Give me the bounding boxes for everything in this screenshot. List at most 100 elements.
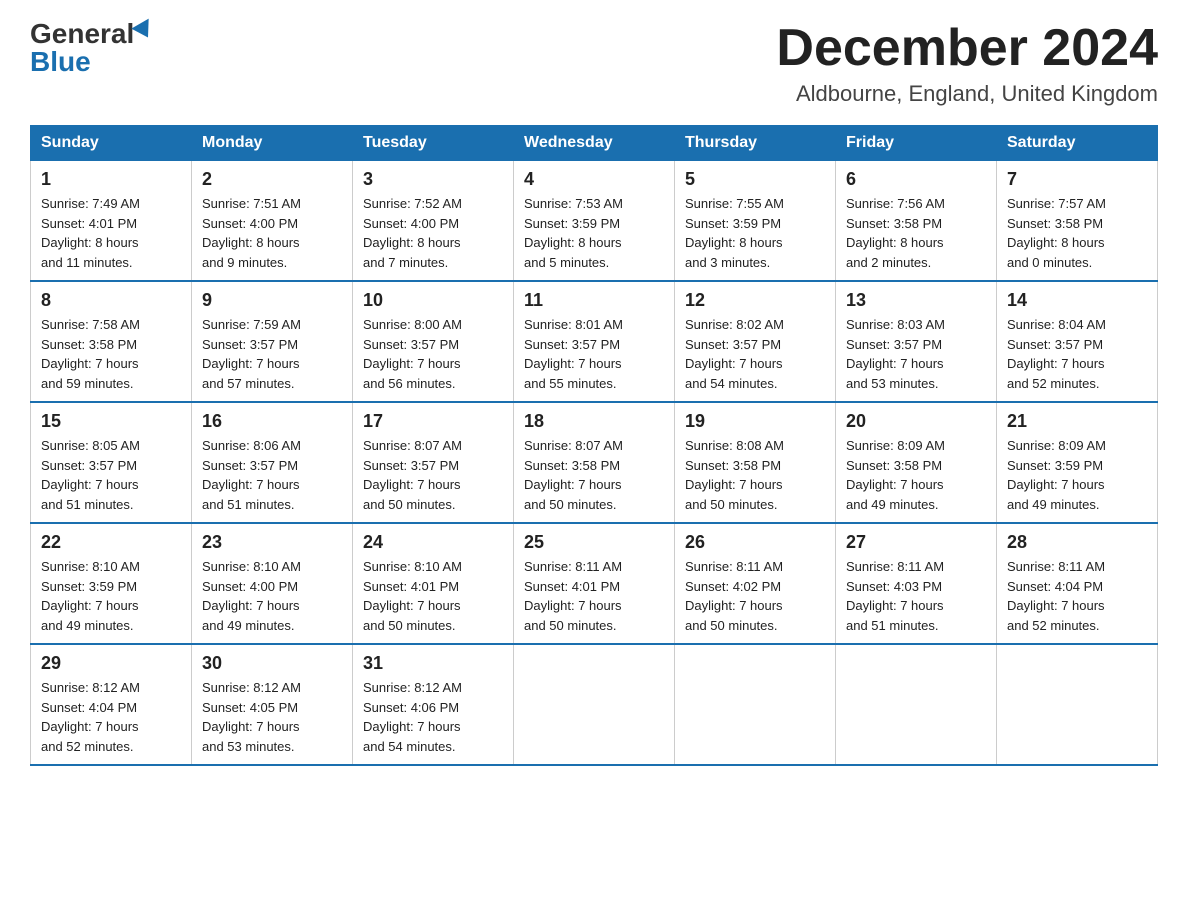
day-cell: 23 Sunrise: 8:10 AM Sunset: 4:00 PM Dayli… <box>192 523 353 644</box>
day-info: Sunrise: 7:55 AM Sunset: 3:59 PM Dayligh… <box>685 194 825 272</box>
day-info: Sunrise: 7:52 AM Sunset: 4:00 PM Dayligh… <box>363 194 503 272</box>
day-cell: 26 Sunrise: 8:11 AM Sunset: 4:02 PM Dayli… <box>675 523 836 644</box>
day-cell: 28Sunrise: 8:11 AM Sunset: 4:04 PM Dayli… <box>997 523 1158 644</box>
day-info: Sunrise: 8:02 AM Sunset: 3:57 PM Dayligh… <box>685 315 825 393</box>
day-number: 3 <box>363 169 503 190</box>
day-cell: 17 Sunrise: 8:07 AM Sunset: 3:57 PM Dayli… <box>353 402 514 523</box>
day-number: 17 <box>363 411 503 432</box>
day-number: 11 <box>524 290 664 311</box>
header-tuesday: Tuesday <box>353 126 514 161</box>
day-info: Sunrise: 7:59 AM Sunset: 3:57 PM Dayligh… <box>202 315 342 393</box>
month-title: December 2024 <box>776 20 1158 77</box>
day-info: Sunrise: 8:10 AM Sunset: 4:00 PM Dayligh… <box>202 557 342 635</box>
day-info: Sunrise: 8:06 AM Sunset: 3:57 PM Dayligh… <box>202 436 342 514</box>
day-info: Sunrise: 8:01 AM Sunset: 3:57 PM Dayligh… <box>524 315 664 393</box>
logo-arrow-icon <box>132 19 157 43</box>
day-cell: 16 Sunrise: 8:06 AM Sunset: 3:57 PM Dayli… <box>192 402 353 523</box>
header-row: SundayMondayTuesdayWednesdayThursdayFrid… <box>31 126 1158 161</box>
week-row-5: 29 Sunrise: 8:12 AM Sunset: 4:04 PM Dayli… <box>31 644 1158 765</box>
week-row-1: 1Sunrise: 7:49 AM Sunset: 4:01 PM Daylig… <box>31 161 1158 282</box>
day-info: Sunrise: 7:51 AM Sunset: 4:00 PM Dayligh… <box>202 194 342 272</box>
day-info: Sunrise: 7:57 AM Sunset: 3:58 PM Dayligh… <box>1007 194 1147 272</box>
day-cell: 2 Sunrise: 7:51 AM Sunset: 4:00 PM Daylig… <box>192 161 353 282</box>
day-number: 20 <box>846 411 986 432</box>
day-cell: 13Sunrise: 8:03 AM Sunset: 3:57 PM Dayli… <box>836 281 997 402</box>
header-friday: Friday <box>836 126 997 161</box>
day-cell: 20 Sunrise: 8:09 AM Sunset: 3:58 PM Dayli… <box>836 402 997 523</box>
day-cell: 24 Sunrise: 8:10 AM Sunset: 4:01 PM Dayli… <box>353 523 514 644</box>
day-info: Sunrise: 8:12 AM Sunset: 4:05 PM Dayligh… <box>202 678 342 756</box>
day-cell: 19Sunrise: 8:08 AM Sunset: 3:58 PM Dayli… <box>675 402 836 523</box>
header-wednesday: Wednesday <box>514 126 675 161</box>
day-cell <box>836 644 997 765</box>
day-number: 28 <box>1007 532 1147 553</box>
day-cell: 22Sunrise: 8:10 AM Sunset: 3:59 PM Dayli… <box>31 523 192 644</box>
logo-general: General <box>30 20 134 48</box>
day-number: 14 <box>1007 290 1147 311</box>
day-number: 30 <box>202 653 342 674</box>
calendar-header: SundayMondayTuesdayWednesdayThursdayFrid… <box>31 126 1158 161</box>
day-number: 13 <box>846 290 986 311</box>
week-row-4: 22Sunrise: 8:10 AM Sunset: 3:59 PM Dayli… <box>31 523 1158 644</box>
day-info: Sunrise: 8:00 AM Sunset: 3:57 PM Dayligh… <box>363 315 503 393</box>
day-number: 2 <box>202 169 342 190</box>
logo-blue: Blue <box>30 48 91 76</box>
day-cell: 7 Sunrise: 7:57 AM Sunset: 3:58 PM Daylig… <box>997 161 1158 282</box>
day-number: 23 <box>202 532 342 553</box>
day-number: 12 <box>685 290 825 311</box>
day-info: Sunrise: 8:07 AM Sunset: 3:58 PM Dayligh… <box>524 436 664 514</box>
day-info: Sunrise: 8:12 AM Sunset: 4:06 PM Dayligh… <box>363 678 503 756</box>
day-info: Sunrise: 8:11 AM Sunset: 4:01 PM Dayligh… <box>524 557 664 635</box>
day-cell <box>997 644 1158 765</box>
day-info: Sunrise: 8:10 AM Sunset: 4:01 PM Dayligh… <box>363 557 503 635</box>
day-cell: 5 Sunrise: 7:55 AM Sunset: 3:59 PM Daylig… <box>675 161 836 282</box>
day-cell: 3 Sunrise: 7:52 AM Sunset: 4:00 PM Daylig… <box>353 161 514 282</box>
day-number: 15 <box>41 411 181 432</box>
day-cell <box>514 644 675 765</box>
day-number: 4 <box>524 169 664 190</box>
day-info: Sunrise: 8:07 AM Sunset: 3:57 PM Dayligh… <box>363 436 503 514</box>
day-number: 31 <box>363 653 503 674</box>
day-cell: 4 Sunrise: 7:53 AM Sunset: 3:59 PM Daylig… <box>514 161 675 282</box>
day-number: 9 <box>202 290 342 311</box>
day-cell: 9 Sunrise: 7:59 AM Sunset: 3:57 PM Daylig… <box>192 281 353 402</box>
day-number: 25 <box>524 532 664 553</box>
day-cell: 10 Sunrise: 8:00 AM Sunset: 3:57 PM Dayli… <box>353 281 514 402</box>
logo: General Blue <box>30 20 156 76</box>
header-thursday: Thursday <box>675 126 836 161</box>
day-info: Sunrise: 7:53 AM Sunset: 3:59 PM Dayligh… <box>524 194 664 272</box>
day-cell: 27Sunrise: 8:11 AM Sunset: 4:03 PM Dayli… <box>836 523 997 644</box>
calendar-table: SundayMondayTuesdayWednesdayThursdayFrid… <box>30 125 1158 766</box>
day-info: Sunrise: 7:58 AM Sunset: 3:58 PM Dayligh… <box>41 315 181 393</box>
day-number: 1 <box>41 169 181 190</box>
day-info: Sunrise: 8:09 AM Sunset: 3:59 PM Dayligh… <box>1007 436 1147 514</box>
day-cell: 31 Sunrise: 8:12 AM Sunset: 4:06 PM Dayli… <box>353 644 514 765</box>
day-info: Sunrise: 8:10 AM Sunset: 3:59 PM Dayligh… <box>41 557 181 635</box>
day-number: 29 <box>41 653 181 674</box>
day-cell: 21Sunrise: 8:09 AM Sunset: 3:59 PM Dayli… <box>997 402 1158 523</box>
day-number: 5 <box>685 169 825 190</box>
day-info: Sunrise: 8:09 AM Sunset: 3:58 PM Dayligh… <box>846 436 986 514</box>
day-cell: 25 Sunrise: 8:11 AM Sunset: 4:01 PM Dayli… <box>514 523 675 644</box>
header-monday: Monday <box>192 126 353 161</box>
day-info: Sunrise: 8:11 AM Sunset: 4:02 PM Dayligh… <box>685 557 825 635</box>
day-info: Sunrise: 8:05 AM Sunset: 3:57 PM Dayligh… <box>41 436 181 514</box>
day-number: 10 <box>363 290 503 311</box>
day-info: Sunrise: 8:11 AM Sunset: 4:03 PM Dayligh… <box>846 557 986 635</box>
location-title: Aldbourne, England, United Kingdom <box>776 81 1158 107</box>
day-cell: 29 Sunrise: 8:12 AM Sunset: 4:04 PM Dayli… <box>31 644 192 765</box>
day-cell: 11 Sunrise: 8:01 AM Sunset: 3:57 PM Dayli… <box>514 281 675 402</box>
day-cell <box>675 644 836 765</box>
day-cell: 15 Sunrise: 8:05 AM Sunset: 3:57 PM Dayli… <box>31 402 192 523</box>
day-cell: 12 Sunrise: 8:02 AM Sunset: 3:57 PM Dayli… <box>675 281 836 402</box>
day-number: 18 <box>524 411 664 432</box>
week-row-3: 15 Sunrise: 8:05 AM Sunset: 3:57 PM Dayli… <box>31 402 1158 523</box>
day-info: Sunrise: 8:04 AM Sunset: 3:57 PM Dayligh… <box>1007 315 1147 393</box>
day-number: 16 <box>202 411 342 432</box>
day-number: 26 <box>685 532 825 553</box>
day-info: Sunrise: 7:56 AM Sunset: 3:58 PM Dayligh… <box>846 194 986 272</box>
day-number: 7 <box>1007 169 1147 190</box>
week-row-2: 8Sunrise: 7:58 AM Sunset: 3:58 PM Daylig… <box>31 281 1158 402</box>
day-info: Sunrise: 8:12 AM Sunset: 4:04 PM Dayligh… <box>41 678 181 756</box>
day-number: 24 <box>363 532 503 553</box>
